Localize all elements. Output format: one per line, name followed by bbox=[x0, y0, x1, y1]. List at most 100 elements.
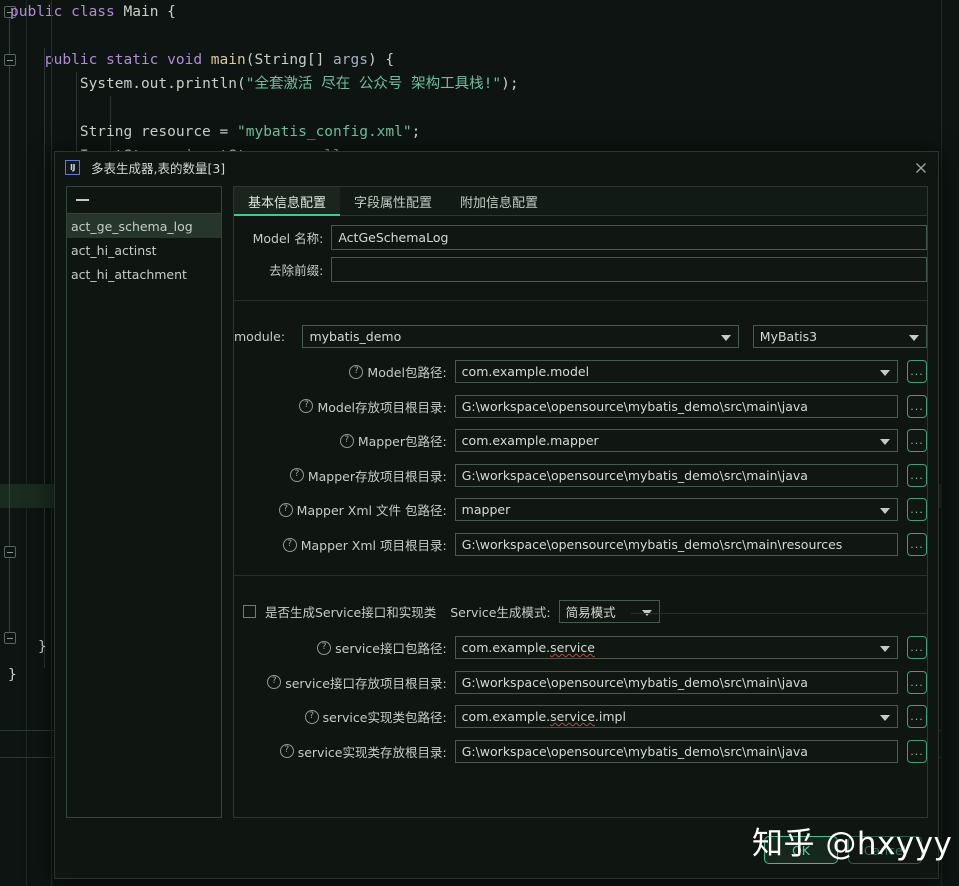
service-0-input[interactable]: com.example.service bbox=[455, 636, 898, 659]
path-2-browse-button[interactable]: ... bbox=[907, 429, 927, 452]
chevron-down-icon bbox=[880, 715, 890, 721]
path-1-input[interactable]: G:\workspace\opensource\mybatis_demo\src… bbox=[455, 395, 898, 418]
module-label: module: bbox=[234, 329, 292, 344]
framework-select[interactable]: MyBatis3 bbox=[753, 325, 927, 348]
code-closing-brace: } bbox=[8, 663, 17, 687]
path-5-browse-button[interactable]: ... bbox=[907, 533, 927, 556]
tab-active[interactable]: 基本信息配置 bbox=[234, 187, 340, 215]
minus-icon[interactable] bbox=[76, 199, 89, 201]
model-name-label: Model 名称: bbox=[234, 228, 323, 247]
strip-prefix-label: 去除前缀: bbox=[234, 260, 323, 279]
help-icon[interactable]: ? bbox=[267, 675, 281, 689]
chevron-down-icon bbox=[880, 439, 890, 445]
section-divider-right bbox=[631, 613, 927, 614]
path-5-label: ?Mapper Xml 项目根目录: bbox=[234, 535, 447, 554]
help-icon[interactable]: ? bbox=[299, 399, 313, 413]
service-2-browse-button[interactable]: ... bbox=[907, 705, 927, 728]
code-line: String resource = "mybatis_config.xml"; bbox=[10, 120, 959, 144]
path-3-input[interactable]: G:\workspace\opensource\mybatis_demo\src… bbox=[455, 464, 898, 487]
service-toggle-row: 是否生成Service接口和实现类 Service生成模式: 简易模式 bbox=[234, 600, 927, 623]
cancel-button[interactable]: Cancel bbox=[848, 836, 922, 864]
path-5-row: ?Mapper Xml 项目根目录: G:\workspace\opensourc… bbox=[234, 533, 927, 556]
service-1-label: ?service接口存放项目根目录: bbox=[234, 673, 447, 692]
model-name-input[interactable]: ActGeSchemaLog bbox=[331, 225, 927, 250]
generate-service-checkbox[interactable] bbox=[243, 605, 256, 618]
module-select[interactable]: mybatis_demo bbox=[302, 325, 738, 348]
path-5-value: G:\workspace\opensource\mybatis_demo\src… bbox=[462, 537, 843, 552]
service-2-input[interactable]: com.example.service.impl bbox=[455, 705, 898, 728]
service-2-value: com.example.service.impl bbox=[462, 709, 626, 724]
path-0-input[interactable]: com.example.model bbox=[455, 360, 898, 383]
path-5-input[interactable]: G:\workspace\opensource\mybatis_demo\src… bbox=[455, 533, 898, 556]
framework-value: MyBatis3 bbox=[760, 329, 817, 344]
service-3-row: ?service实现类存放根目录: G:\workspace\opensource… bbox=[234, 740, 927, 763]
service-0-label: ?service接口包路径: bbox=[234, 638, 447, 657]
config-panel: 基本信息配置字段属性配置附加信息配置 Model 名称: ActGeSchema… bbox=[233, 186, 928, 818]
module-value: mybatis_demo bbox=[309, 329, 401, 344]
tab-item[interactable]: 字段属性配置 bbox=[340, 187, 446, 215]
code-line: public class Main { bbox=[10, 0, 959, 24]
path-4-row: ?Mapper Xml 文件 包路径: mapper... bbox=[234, 498, 927, 521]
multi-table-generator-dialog: IJ 多表生成器,表的数量[3] act_ge_schema_logact_hi… bbox=[54, 151, 939, 879]
code-line bbox=[10, 96, 959, 120]
help-icon[interactable]: ? bbox=[283, 538, 297, 552]
table-list-panel: act_ge_schema_logact_hi_actinstact_hi_at… bbox=[66, 186, 222, 818]
list-item[interactable]: act_hi_actinst bbox=[67, 238, 221, 262]
table-list-items: act_ge_schema_logact_hi_actinstact_hi_at… bbox=[67, 214, 221, 286]
service-1-value: G:\workspace\opensource\mybatis_demo\src… bbox=[462, 675, 808, 690]
help-icon[interactable]: ? bbox=[349, 365, 363, 379]
config-form: Model 名称: ActGeSchemaLog 去除前缀: bbox=[234, 215, 927, 817]
service-mode-select[interactable]: 简易模式 bbox=[559, 600, 660, 623]
chevron-down-icon bbox=[909, 335, 919, 341]
list-item[interactable]: act_hi_attachment bbox=[67, 262, 221, 286]
path-4-label: ?Mapper Xml 文件 包路径: bbox=[234, 500, 447, 519]
ok-button[interactable]: OK bbox=[764, 836, 838, 864]
tab-item[interactable]: 附加信息配置 bbox=[446, 187, 552, 215]
close-icon[interactable] bbox=[913, 160, 929, 176]
path-4-value: mapper bbox=[462, 502, 511, 517]
service-0-browse-button[interactable]: ... bbox=[907, 636, 927, 659]
service-1-browse-button[interactable]: ... bbox=[907, 671, 927, 694]
help-icon[interactable]: ? bbox=[340, 434, 354, 448]
service-mode-value: 简易模式 bbox=[566, 602, 616, 621]
help-icon[interactable]: ? bbox=[317, 641, 331, 655]
help-icon[interactable]: ? bbox=[305, 710, 319, 724]
service-2-row: ?service实现类包路径: com.example.service.impl.… bbox=[234, 705, 927, 728]
path-3-label: ?Mapper存放项目根目录: bbox=[234, 466, 447, 485]
service-3-label: ?service实现类存放根目录: bbox=[234, 742, 447, 761]
path-0-label: ?Model包路径: bbox=[234, 362, 447, 381]
path-1-label: ?Model存放项目根目录: bbox=[234, 397, 447, 416]
help-icon[interactable]: ? bbox=[280, 744, 294, 758]
screen: public class Main { public static void m… bbox=[0, 0, 959, 886]
section-divider bbox=[234, 575, 927, 576]
list-item[interactable]: act_ge_schema_log bbox=[67, 214, 221, 238]
path-2-input[interactable]: com.example.mapper bbox=[455, 429, 898, 452]
path-0-row: ?Model包路径: com.example.model... bbox=[234, 360, 927, 383]
path-3-value: G:\workspace\opensource\mybatis_demo\src… bbox=[462, 468, 808, 483]
model-name-value: ActGeSchemaLog bbox=[338, 230, 448, 245]
path-1-browse-button[interactable]: ... bbox=[907, 395, 927, 418]
path-4-browse-button[interactable]: ... bbox=[907, 498, 927, 521]
help-icon[interactable]: ? bbox=[290, 468, 304, 482]
path-4-input[interactable]: mapper bbox=[455, 498, 898, 521]
dialog-titlebar: IJ 多表生成器,表的数量[3] bbox=[55, 152, 938, 183]
path-2-label: ?Mapper包路径: bbox=[234, 431, 447, 450]
path-0-browse-button[interactable]: ... bbox=[907, 360, 927, 383]
dialog-footer: OK Cancel bbox=[764, 836, 922, 864]
service-3-browse-button[interactable]: ... bbox=[907, 740, 927, 763]
chevron-down-icon bbox=[880, 646, 890, 652]
help-icon[interactable]: ? bbox=[279, 503, 293, 517]
strip-prefix-input[interactable] bbox=[331, 257, 927, 282]
table-list-header[interactable] bbox=[67, 187, 221, 214]
path-3-browse-button[interactable]: ... bbox=[907, 464, 927, 487]
dialog-body: act_ge_schema_logact_hi_actinstact_hi_at… bbox=[66, 186, 928, 818]
path-2-value: com.example.mapper bbox=[462, 433, 599, 448]
service-2-label: ?service实现类包路径: bbox=[234, 707, 447, 726]
service-3-input[interactable]: G:\workspace\opensource\mybatis_demo\src… bbox=[455, 740, 898, 763]
dialog-title: 多表生成器,表的数量[3] bbox=[91, 158, 225, 177]
chevron-down-icon bbox=[880, 370, 890, 376]
service-3-value: G:\workspace\opensource\mybatis_demo\src… bbox=[462, 744, 808, 759]
editor-scrollbar[interactable] bbox=[941, 0, 959, 886]
path-0-value: com.example.model bbox=[462, 364, 589, 379]
service-1-input[interactable]: G:\workspace\opensource\mybatis_demo\src… bbox=[455, 671, 898, 694]
